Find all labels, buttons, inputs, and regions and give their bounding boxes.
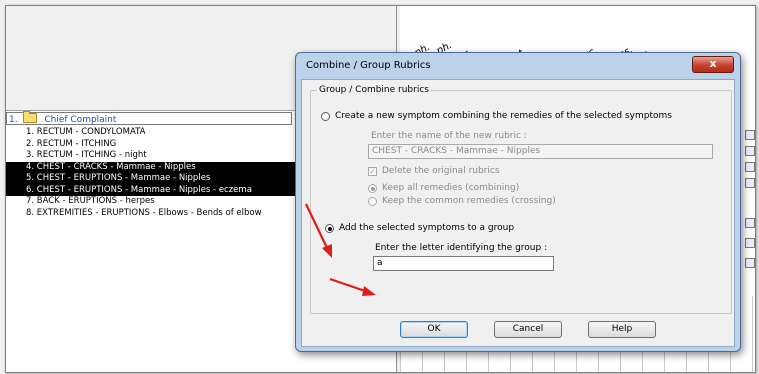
tree-header-chief-complaint[interactable]: 1. Chief Complaint — [6, 111, 292, 125]
list-item-selected[interactable]: 5. CHEST - ERUPTIONS - Mammae - Nipples — [6, 173, 298, 185]
list-item-selected[interactable]: 4. CHEST - CRACKS - Mammae - Nipples — [6, 161, 298, 173]
new-rubric-input[interactable]: CHEST - CRACKS - Mammae - Nipples — [368, 144, 713, 159]
close-button[interactable]: x — [692, 56, 734, 73]
help-button[interactable]: Help — [588, 321, 656, 338]
grid-cell-box[interactable] — [745, 218, 755, 228]
groupbox-legend: Group / Combine rubrics — [317, 85, 431, 95]
new-rubric-prompt: Enter the name of the new rubric : — [371, 131, 527, 141]
group-letter-input[interactable]: a — [373, 256, 554, 271]
group-letter-prompt: Enter the letter identifying the group : — [375, 243, 548, 253]
red-arrow-icon — [305, 203, 332, 258]
keep-all-label[interactable]: Keep all remedies (combining) — [382, 183, 519, 193]
keep-all-radio[interactable] — [368, 184, 377, 193]
red-arrow-icon — [329, 277, 376, 296]
delete-original-checkbox[interactable]: ✓ — [368, 167, 377, 176]
grid-cell-box[interactable] — [745, 146, 755, 156]
cancel-button[interactable]: Cancel — [494, 321, 562, 338]
tree-header-number: 1. — [9, 115, 18, 125]
dialog-title: Combine / Group Rubrics — [306, 60, 431, 71]
close-icon: x — [709, 57, 717, 70]
ok-button[interactable]: OK — [400, 321, 468, 338]
grid-cell-box[interactable] — [745, 258, 755, 268]
dialog-body: Group / Combine rubrics Create a new sym… — [301, 79, 735, 347]
grid-cell-box[interactable] — [745, 178, 755, 188]
create-symptom-label[interactable]: Create a new symptom combining the remed… — [335, 111, 672, 121]
delete-original-label[interactable]: Delete the original rubrics — [382, 166, 500, 176]
combine-group-dialog: Combine / Group Rubrics x Group / Combin… — [295, 52, 741, 352]
list-item-selected[interactable]: 6. CHEST - ERUPTIONS - Mammae - Nipples … — [6, 184, 298, 196]
grid-cell-box[interactable] — [745, 130, 755, 140]
list-item[interactable]: 8. EXTREMITIES - ERUPTIONS - Elbows - Be… — [6, 208, 306, 220]
add-to-group-label[interactable]: Add the selected symptoms to a group — [339, 223, 514, 233]
list-item[interactable]: 1. RECTUM - CONDYLOMATA — [6, 127, 306, 139]
grid-cell-box[interactable] — [745, 162, 755, 172]
keep-common-radio[interactable] — [368, 197, 377, 206]
tree-header-label: Chief Complaint — [44, 115, 117, 125]
keep-common-label[interactable]: Keep the common remedies (crossing) — [382, 196, 556, 206]
grid-cell-box[interactable] — [745, 238, 755, 248]
list-item[interactable]: 3. RECTUM - ITCHING - night — [6, 150, 306, 162]
folder-icon — [23, 111, 38, 123]
list-item[interactable]: 2. RECTUM - ITCHING — [6, 139, 306, 151]
create-symptom-radio[interactable] — [321, 112, 330, 121]
list-item[interactable]: 7. BACK - ERUPTIONS - herpes — [6, 196, 306, 208]
symptom-list: 1. RECTUM - CONDYLOMATA 2. RECTUM - ITCH… — [6, 127, 306, 219]
